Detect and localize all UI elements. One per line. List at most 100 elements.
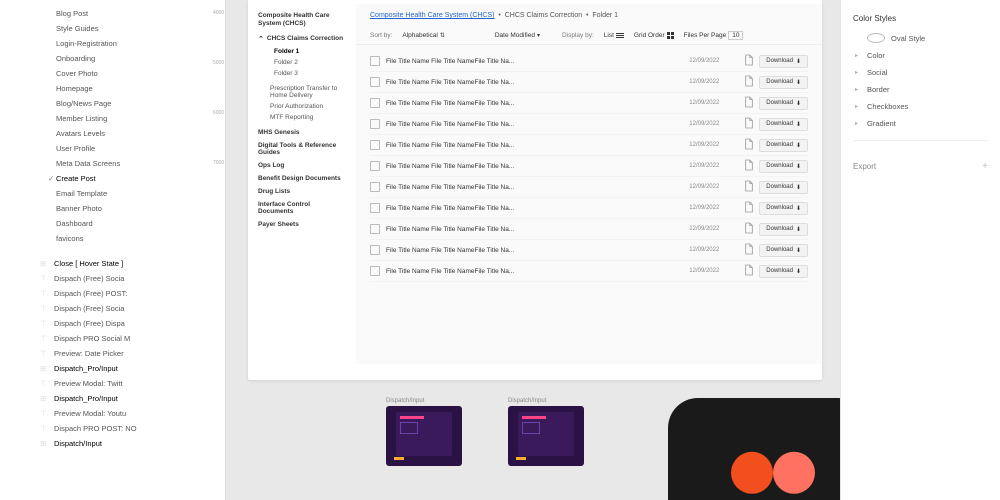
nav-group[interactable]: MHS Genesis — [258, 129, 346, 136]
figma-logo-card[interactable] — [668, 398, 840, 500]
view-grid-button[interactable]: Grid Order — [634, 32, 674, 39]
style-group[interactable]: ▸Social — [853, 64, 988, 81]
folder-item[interactable]: Folder 1 — [258, 46, 346, 57]
file-row[interactable]: File Title Name File Title NameFile Titl… — [370, 51, 808, 72]
page-item[interactable]: ✓Create Post — [0, 171, 212, 186]
nav-link[interactable]: Prior Authorization — [258, 101, 346, 112]
style-group[interactable]: ▸Border — [853, 81, 988, 98]
page-item[interactable]: Member Listing — [0, 111, 212, 126]
layer-item[interactable]: ⊤Dispach PRO POST: NO — [0, 421, 212, 436]
layer-item[interactable]: ⊤Preview: Date Picker — [0, 346, 212, 361]
download-button[interactable]: Download ⬇ — [759, 118, 808, 131]
file-row[interactable]: File Title Name File Title NameFile Titl… — [370, 156, 808, 177]
page-item[interactable]: Meta Data Screens — [0, 156, 212, 171]
download-button[interactable]: Download ⬇ — [759, 265, 808, 278]
nav-group[interactable]: Interface Control Documents — [258, 201, 346, 215]
page-item[interactable]: Blog/News Page — [0, 96, 212, 111]
nav-link[interactable]: MTF Reporting — [258, 112, 346, 123]
nav-group[interactable]: Drug Lists — [258, 188, 346, 195]
folder-item[interactable]: Folder 2 — [258, 57, 346, 68]
layer-item[interactable]: ⊤Dispach (Free) POST: — [0, 286, 212, 301]
layer-item[interactable]: ⊞Dispatch/Input — [0, 436, 212, 451]
download-button[interactable]: Download ⬇ — [759, 223, 808, 236]
row-checkbox[interactable] — [370, 245, 380, 255]
download-button[interactable]: Download ⬇ — [759, 139, 808, 152]
page-item[interactable]: favicons — [0, 231, 212, 246]
canvas[interactable]: 4000 5000 6000 7000 Composite Health Car… — [212, 0, 840, 500]
row-checkbox[interactable] — [370, 182, 380, 192]
row-checkbox[interactable] — [370, 98, 380, 108]
nav-group[interactable]: Digital Tools & Reference Guides — [258, 142, 346, 156]
download-button[interactable]: Download ⬇ — [759, 76, 808, 89]
row-checkbox[interactable] — [370, 161, 380, 171]
layer-item[interactable]: ⊤Preview Modal: Twitt — [0, 376, 212, 391]
layer-item[interactable]: ⊤Preview Modal: Youtu — [0, 406, 212, 421]
file-row[interactable]: File Title Name File Title NameFile Titl… — [370, 198, 808, 219]
export-section[interactable]: Export+ — [853, 161, 988, 172]
view-list-button[interactable]: List — [604, 32, 624, 39]
file-icon — [739, 75, 759, 89]
page-item[interactable]: Email Template — [0, 186, 212, 201]
nav-group[interactable]: Benefit Design Documents — [258, 175, 346, 182]
layer-item[interactable]: ⊞Close [ Hover State ] — [0, 256, 212, 271]
download-button[interactable]: Download ⬇ — [759, 160, 808, 173]
file-row[interactable]: File Title Name File Title NameFile Titl… — [370, 219, 808, 240]
page-item[interactable]: Avatars Levels — [0, 126, 212, 141]
nav-group[interactable]: Ops Log — [258, 162, 346, 169]
file-icon — [739, 201, 759, 215]
page-item[interactable]: Login-Registration — [0, 36, 212, 51]
layer-item[interactable]: ⊤Dispach PRO Social M — [0, 331, 212, 346]
file-row[interactable]: File Title Name File Title NameFile Titl… — [370, 177, 808, 198]
row-checkbox[interactable] — [370, 224, 380, 234]
style-group[interactable]: ▸Color — [853, 47, 988, 64]
row-checkbox[interactable] — [370, 77, 380, 87]
row-checkbox[interactable] — [370, 266, 380, 276]
sidebar-section-toggle[interactable]: ⌃CHCS Claims Correction — [258, 35, 346, 43]
page-item[interactable]: Style Guides — [0, 21, 212, 36]
download-button[interactable]: Download ⬇ — [759, 181, 808, 194]
plus-icon[interactable]: + — [982, 161, 988, 172]
file-row[interactable]: File Title Name File Title NameFile Titl… — [370, 261, 808, 282]
content-main: Composite Health Care System (CHCS) • CH… — [356, 4, 822, 364]
row-checkbox[interactable] — [370, 203, 380, 213]
breadcrumb-root[interactable]: Composite Health Care System (CHCS) — [370, 12, 494, 19]
design-frame[interactable]: Composite Health Care System (CHCS) ⌃CHC… — [248, 0, 822, 380]
files-per-page-select[interactable]: Files Per Page 10 — [684, 31, 744, 40]
nav-group[interactable]: Payer Sheets — [258, 221, 346, 228]
sort-select[interactable]: Alphabetical ⇅ — [402, 32, 444, 39]
download-button[interactable]: Download ⬇ — [759, 97, 808, 110]
page-item[interactable]: Banner Photo — [0, 201, 212, 216]
thumbnail-frame[interactable] — [508, 406, 584, 466]
page-item[interactable]: Homepage — [0, 81, 212, 96]
style-group[interactable]: ▸Checkboxes — [853, 98, 988, 115]
row-checkbox[interactable] — [370, 119, 380, 129]
file-row[interactable]: File Title Name File Title NameFile Titl… — [370, 93, 808, 114]
page-item[interactable]: Cover Photo — [0, 66, 212, 81]
folder-item[interactable]: Folder 3 — [258, 68, 346, 79]
row-checkbox[interactable] — [370, 140, 380, 150]
page-item[interactable]: Onboarding — [0, 51, 212, 66]
layer-item[interactable]: ⊤Dispach (Free) Socia — [0, 271, 212, 286]
file-row[interactable]: File Title Name File Title NameFile Titl… — [370, 72, 808, 93]
page-item[interactable]: User Profile — [0, 141, 212, 156]
download-button[interactable]: Download ⬇ — [759, 244, 808, 257]
download-button[interactable]: Download ⬇ — [759, 202, 808, 215]
page-item[interactable]: Blog Post — [0, 6, 212, 21]
layer-item[interactable]: ⊞Dispatch_Pro/Input — [0, 361, 212, 376]
nav-link[interactable]: Prescription Transfer to Home Delivery — [258, 83, 346, 101]
file-row[interactable]: File Title Name File Title NameFile Titl… — [370, 240, 808, 261]
download-button[interactable]: Download ⬇ — [759, 55, 808, 68]
file-row[interactable]: File Title Name File Title NameFile Titl… — [370, 114, 808, 135]
date-mod-select[interactable]: Date Modified ▾ — [495, 32, 540, 39]
style-group[interactable]: ▸Gradient — [853, 115, 988, 132]
layer-item[interactable]: ⊤Dispach (Free) Dispa — [0, 316, 212, 331]
row-checkbox[interactable] — [370, 56, 380, 66]
page-item[interactable]: Dashboard — [0, 216, 212, 231]
file-row[interactable]: File Title Name File Title NameFile Titl… — [370, 135, 808, 156]
properties-panel[interactable]: Color Styles Oval Style ▸Color▸Social▸Bo… — [840, 0, 1000, 500]
layer-item[interactable]: ⊞Dispatch_Pro/Input — [0, 391, 212, 406]
layer-item[interactable]: ⊤Dispach (Free) Socia — [0, 301, 212, 316]
thumbnail-frame[interactable] — [386, 406, 462, 466]
pages-panel[interactable]: Blog PostStyle GuidesLogin-RegistrationO… — [0, 0, 212, 500]
oval-style-item[interactable]: Oval Style — [853, 29, 988, 47]
